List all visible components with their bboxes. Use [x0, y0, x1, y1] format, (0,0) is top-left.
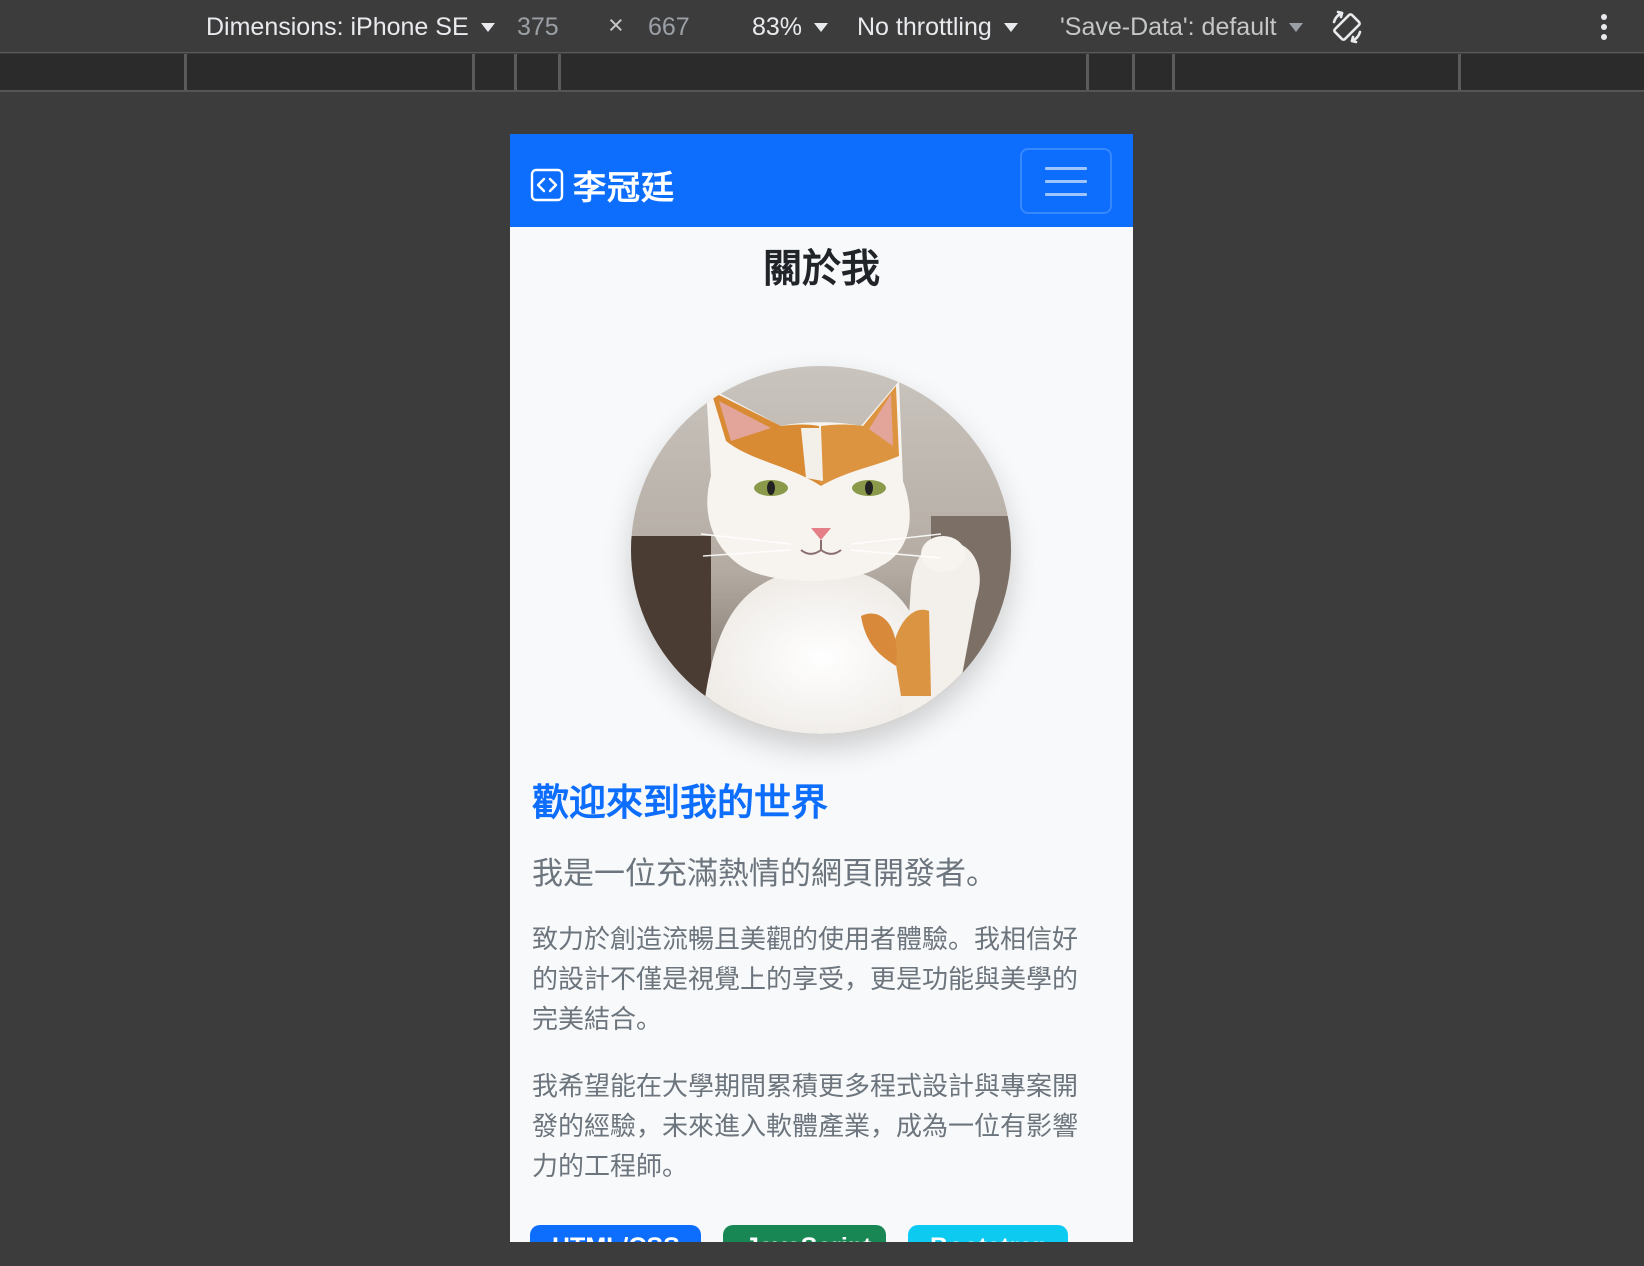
zoom-label: 83%: [752, 12, 803, 41]
hamburger-line: [1045, 179, 1087, 183]
media-query-segment[interactable]: [184, 54, 472, 90]
save-data-dropdown[interactable]: 'Save-Data': default: [1060, 10, 1303, 44]
media-query-segment[interactable]: [1086, 54, 1132, 90]
media-query-segment[interactable]: [514, 54, 558, 90]
width-input[interactable]: [517, 10, 587, 44]
media-query-segment[interactable]: [1458, 54, 1461, 90]
save-data-label: 'Save-Data': default: [1060, 12, 1277, 41]
height-input[interactable]: [648, 10, 718, 44]
cat-photo: [631, 366, 1011, 734]
page-title: 關於我: [762, 247, 880, 292]
chevron-down-icon: [1288, 22, 1303, 32]
code-square-icon: [530, 168, 564, 202]
media-query-segment[interactable]: [472, 54, 514, 90]
dimensions-dropdown[interactable]: Dimensions: iPhone SE: [206, 10, 495, 44]
times-symbol: ×: [608, 10, 624, 40]
more-vertical-icon[interactable]: [1594, 10, 1614, 44]
chevron-down-icon: [480, 22, 495, 32]
skill-badge-javascript: JavaScript: [723, 1225, 886, 1242]
devtools-device-toolbar: Dimensions: iPhone SE × 83% No throttlin…: [0, 0, 1644, 53]
hamburger-line: [1045, 192, 1087, 196]
welcome-heading: 歡迎來到我的世界: [532, 781, 828, 824]
throttling-label: No throttling: [857, 12, 992, 41]
skill-badge-html-css: HTML/CSS: [530, 1225, 701, 1242]
navbar-toggler-button[interactable]: [1020, 148, 1112, 214]
skill-badge-bootstrap: Bootstrap: [908, 1225, 1068, 1242]
lead-text: 我是一位充滿熱情的網頁開發者。: [532, 856, 997, 892]
throttling-dropdown[interactable]: No throttling: [857, 10, 1018, 44]
dimensions-label: Dimensions: iPhone SE: [206, 12, 469, 41]
media-query-segment[interactable]: [1132, 54, 1172, 90]
navbar: 李冠廷: [510, 134, 1133, 227]
zoom-dropdown[interactable]: 83%: [752, 10, 829, 44]
paragraph-1: 致力於創造流暢且美觀的使用者體驗。我相信好的設計不僅是視覺上的享受，更是功能與美…: [532, 925, 1079, 1035]
avatar: [631, 366, 1011, 734]
skill-badges: HTML/CSS JavaScript Bootstrap: [530, 1225, 1068, 1242]
hamburger-menu-icon: [1045, 166, 1087, 170]
chevron-down-icon: [1003, 22, 1018, 32]
device-viewport: 李冠廷 關於我 歡迎來到我的世界 我是一位充滿熱情的網頁開發者。 致力於創造流暢…: [510, 134, 1133, 1242]
brand-name: 李冠廷: [573, 168, 675, 207]
navbar-brand[interactable]: 李冠廷: [530, 161, 675, 209]
media-query-bar: [0, 54, 1644, 92]
media-query-segment[interactable]: [1172, 54, 1458, 90]
paragraph-2: 我希望能在大學期間累積更多程式設計與專案開發的經驗，未來進入軟體產業，成為一位有…: [532, 1072, 1079, 1182]
media-query-segment[interactable]: [558, 54, 1086, 90]
chevron-down-icon: [814, 22, 829, 32]
rotate-device-icon[interactable]: [1328, 8, 1366, 46]
